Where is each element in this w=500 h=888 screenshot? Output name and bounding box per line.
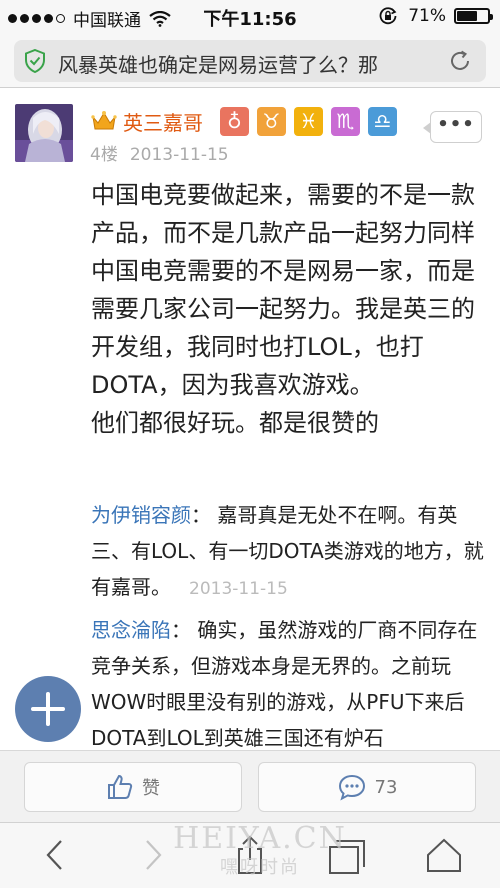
reply-item: 为伊销容颜： 嘉哥真是无处不在啊。有英三、有LOL、有一切DOTA类游戏的地方，…: [91, 497, 486, 607]
battery-icon: [454, 8, 493, 24]
home-icon[interactable]: [422, 833, 466, 877]
user-badges: ♁ ♉ ♓ ♏ ♎: [220, 107, 397, 136]
badge-icon: ♓: [294, 107, 323, 136]
status-right: 71%: [378, 6, 493, 26]
comment-bubble-icon: [338, 774, 365, 801]
watermark-line-1: HEIYA.CN: [173, 821, 347, 856]
post-date: 2013-11-15: [129, 145, 229, 165]
badge-icon: ♁: [220, 107, 249, 136]
thumbs-up-icon: [108, 774, 133, 799]
more-options-button[interactable]: •••: [423, 111, 482, 143]
reply-author[interactable]: 为伊销容颜: [91, 503, 191, 527]
like-label: 赞: [142, 778, 160, 799]
reply-item: 思念淪陷： 确实，虽然游戏的厂商不同存在竞争关系，但游戏本身是无界的。之前玩WO…: [91, 612, 486, 756]
shield-check-icon: [25, 49, 45, 73]
post-meta: 4楼 2013-11-15: [90, 140, 229, 165]
comment-count: 73: [374, 776, 398, 798]
crown-icon: [91, 111, 117, 130]
badge-icon: ♏: [331, 107, 360, 136]
rotation-lock-icon: [379, 7, 397, 25]
url-field[interactable]: 风暴英雄也确定是网易运营了么？那: [14, 40, 486, 82]
badge-icon: ♉: [257, 107, 286, 136]
post-author-name[interactable]: 英三嘉哥: [123, 107, 203, 136]
reply-author[interactable]: 思念淪陷: [91, 618, 171, 642]
browser-address-bar: 风暴英雄也确定是网易运营了么？那: [0, 32, 500, 88]
comment-button[interactable]: 73: [258, 762, 476, 812]
post-paragraph: 他们都很好玩。都是很赞的: [91, 409, 379, 437]
battery-percent: 71%: [408, 6, 446, 26]
page-title-url: 风暴英雄也确定是网易运营了么？那: [58, 53, 378, 77]
avatar[interactable]: [15, 104, 73, 162]
floor-number: 4楼: [90, 145, 118, 165]
badge-icon: ♎: [368, 107, 397, 136]
reply-separator: ：: [191, 503, 211, 527]
watermark-line-2: 嘿呀时尚: [220, 857, 300, 878]
reply-separator: ：: [171, 618, 191, 642]
like-button[interactable]: 赞: [24, 762, 242, 812]
post-action-bar: 赞 73: [0, 750, 500, 822]
reply-date: 2013-11-15: [189, 579, 288, 599]
status-bar: 中国联通 下午11:56 71%: [0, 0, 500, 32]
reload-icon[interactable]: [448, 49, 472, 73]
watermark: HEIYA.CN 嘿呀时尚: [160, 822, 360, 880]
back-icon[interactable]: [34, 833, 78, 877]
add-reply-button[interactable]: [15, 676, 81, 742]
post-content: 中国电竞要做起来，需要的不是一款产品，而不是几款产品一起努力同样中国电竞需要的不…: [91, 176, 491, 442]
post-paragraph: 中国电竞要做起来，需要的不是一款产品，而不是几款产品一起努力同样中国电竞需要的不…: [91, 181, 475, 399]
